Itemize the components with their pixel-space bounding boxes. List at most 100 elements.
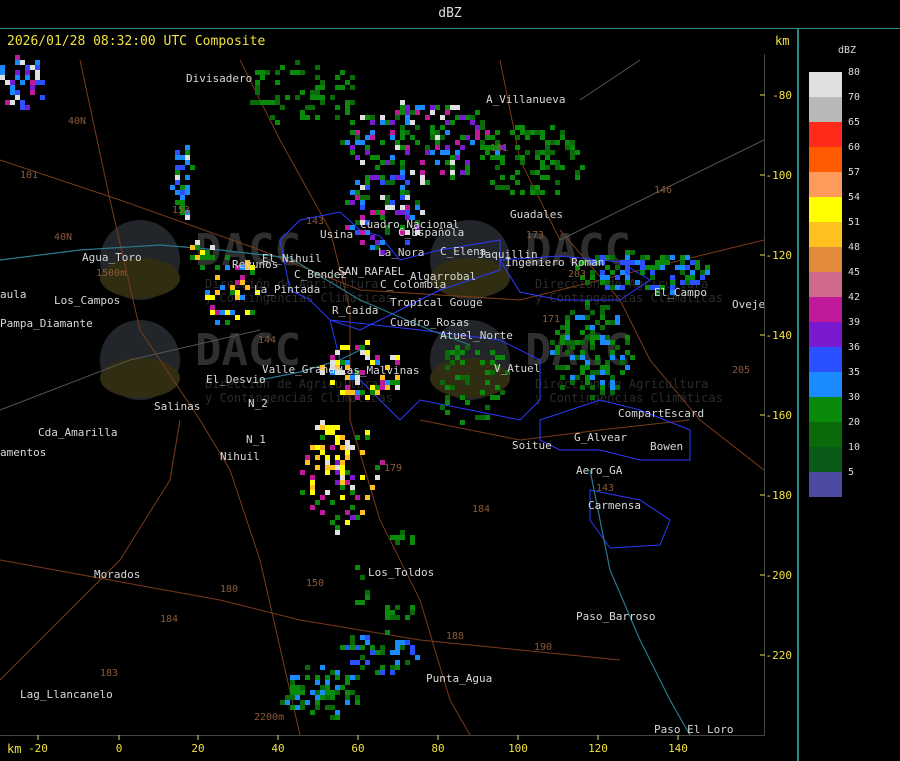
radar-cell: [645, 285, 650, 290]
radar-cell: [325, 425, 330, 430]
radar-cell: [235, 290, 240, 295]
radar-cell: [565, 365, 570, 370]
radar-cell: [315, 690, 320, 695]
radar-cell: [600, 325, 605, 330]
radar-cell: [175, 190, 180, 195]
radar-cell: [365, 185, 370, 190]
radar-cell: [335, 470, 340, 475]
radar-cell: [275, 70, 280, 75]
radar-cell: [640, 265, 645, 270]
radar-cell: [335, 75, 340, 80]
radar-cell: [245, 310, 250, 315]
radar-cell: [355, 495, 360, 500]
radar-cell: [35, 75, 40, 80]
svg-text:DACC: DACC: [525, 325, 631, 376]
route-label: 171: [542, 314, 560, 325]
radar-cell: [325, 705, 330, 710]
radar-cell: [305, 105, 310, 110]
radar-cell: [625, 255, 630, 260]
radar-cell: [335, 425, 340, 430]
radar-cell: [330, 430, 335, 435]
radar-cell: [325, 465, 330, 470]
radar-cell: [320, 95, 325, 100]
radar-cell: [405, 195, 410, 200]
radar-cell: [700, 275, 705, 280]
radar-cell: [600, 270, 605, 275]
legend-swatch: [809, 247, 842, 272]
radar-cell: [580, 315, 585, 320]
radar-cell: [510, 175, 515, 180]
radar-cell: [670, 275, 675, 280]
radar-cell: [350, 690, 355, 695]
radar-cell: [260, 70, 265, 75]
radar-map[interactable]: DACC Dirección de Agricultura y Contingenc…: [0, 54, 765, 736]
radar-cell: [445, 130, 450, 135]
radar-cell: [520, 190, 525, 195]
radar-cell: [285, 95, 290, 100]
radar-cell: [260, 75, 265, 80]
radar-cell: [620, 370, 625, 375]
route-label: 173: [526, 230, 544, 241]
radar-cell: [450, 385, 455, 390]
radar-cell: [320, 450, 325, 455]
radar-cell: [370, 175, 375, 180]
radar-cell: [395, 210, 400, 215]
radar-cell: [170, 185, 175, 190]
radar-cell: [495, 355, 500, 360]
radar-cell: [350, 145, 355, 150]
radar-cell: [175, 165, 180, 170]
radar-cell: [225, 265, 230, 270]
radar-cell: [370, 485, 375, 490]
radar-cell: [370, 210, 375, 215]
radar-cell: [380, 240, 385, 245]
radar-cell: [360, 450, 365, 455]
radar-cell: [555, 140, 560, 145]
radar-cell: [490, 350, 495, 355]
radar-cell: [345, 445, 350, 450]
radar-cell: [505, 185, 510, 190]
radar-cell: [215, 320, 220, 325]
radar-cell: [315, 65, 320, 70]
radar-cell: [570, 355, 575, 360]
radar-cell: [285, 695, 290, 700]
radar-cell: [375, 210, 380, 215]
radar-cell: [360, 665, 365, 670]
radar-cell: [440, 405, 445, 410]
radar-map-canvas[interactable]: DACCDirección de Agriculturay Contingenc…: [0, 54, 764, 735]
radar-cell: [430, 130, 435, 135]
place-label: Paso_El_Loro: [654, 723, 733, 735]
radar-cell: [400, 185, 405, 190]
radar-cell: [25, 65, 30, 70]
radar-cell: [395, 615, 400, 620]
radar-cell: [575, 355, 580, 360]
radar-cell: [210, 295, 215, 300]
radar-cell: [700, 270, 705, 275]
radar-cell: [570, 310, 575, 315]
radar-cell: [20, 100, 25, 105]
radar-cell: [485, 405, 490, 410]
radar-cell: [655, 260, 660, 265]
radar-cell: [255, 85, 260, 90]
radar-cell: [500, 185, 505, 190]
radar-cell: [200, 265, 205, 270]
radar-cell: [455, 355, 460, 360]
radar-cell: [420, 160, 425, 165]
radar-cell: [380, 180, 385, 185]
radar-cell: [30, 80, 35, 85]
radar-cell: [585, 325, 590, 330]
radar-cell: [585, 305, 590, 310]
radar-cell: [325, 690, 330, 695]
radar-cell: [560, 335, 565, 340]
route-label: 143: [596, 483, 614, 494]
radar-cell: [465, 115, 470, 120]
radar-cell: [565, 320, 570, 325]
radar-cell: [365, 635, 370, 640]
radar-cell: [605, 285, 610, 290]
radar-cell: [405, 660, 410, 665]
radar-cell: [10, 100, 15, 105]
radar-cell: [475, 110, 480, 115]
radar-cell: [370, 645, 375, 650]
radar-cell: [345, 480, 350, 485]
radar-cell: [335, 440, 340, 445]
radar-cell: [350, 150, 355, 155]
